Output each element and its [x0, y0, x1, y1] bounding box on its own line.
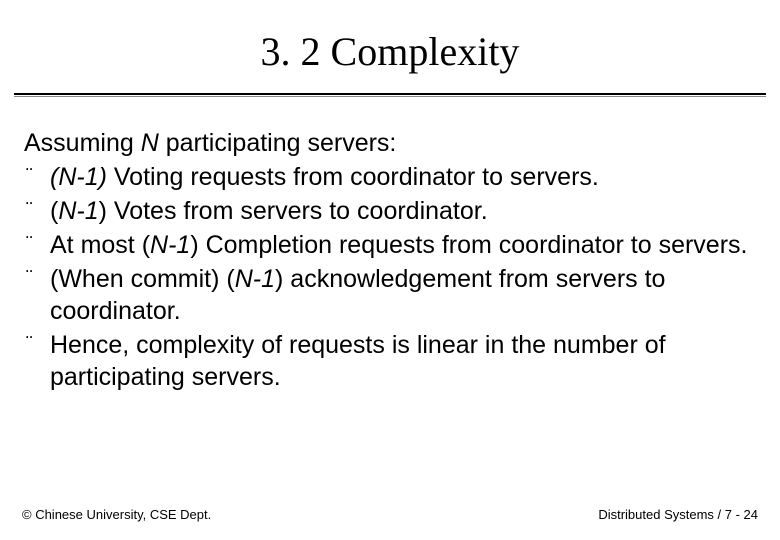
bullet-mid: ( — [142, 231, 150, 259]
bullet-tail: ) Votes from servers to coordinator. — [99, 197, 488, 225]
intro-line: Assuming N participating servers: — [24, 127, 756, 159]
slide-body: Assuming N participating servers: ¨ (N-1… — [0, 97, 780, 393]
bullet-item: ¨ (N-1) Votes from servers to coordinato… — [24, 195, 756, 227]
bullet-pre: At most — [50, 231, 142, 259]
bullet-text: Hence, complexity of requests is linear … — [50, 329, 756, 393]
bullet-tail: Voting requests from coordinator to serv… — [114, 163, 599, 191]
bullet-item: ¨ Hence, complexity of requests is linea… — [24, 329, 756, 393]
bullet-item: ¨ At most (N-1) Completion requests from… — [24, 229, 756, 261]
bullet-text: (When commit) (N-1) acknowledgement from… — [50, 263, 756, 327]
bullet-item: ¨ (N-1) Voting requests from coordinator… — [24, 161, 756, 193]
bullet-item: ¨ (When commit) (N-1) acknowledgement fr… — [24, 263, 756, 327]
bullet-em: N-1 — [235, 265, 275, 293]
diamond-bullet-icon: ¨ — [24, 161, 50, 191]
footer-copyright: © Chinese University, CSE Dept. — [22, 507, 211, 522]
footer-page: Distributed Systems / 7 - 24 — [598, 507, 758, 522]
diamond-bullet-icon: ¨ — [24, 263, 50, 293]
bullet-em: (N-1) — [50, 163, 114, 191]
intro-em: N — [141, 129, 159, 157]
bullet-tail: ) Completion requests from coordinator t… — [190, 231, 747, 259]
diamond-bullet-icon: ¨ — [24, 329, 50, 359]
slide-title: 3. 2 Complexity — [0, 0, 780, 93]
intro-post: participating servers: — [159, 129, 397, 157]
bullet-em: N-1 — [150, 231, 190, 259]
slide-footer: © Chinese University, CSE Dept. Distribu… — [0, 507, 780, 522]
bullet-pre: Hence, complexity of requests is linear … — [50, 331, 666, 391]
bullet-text: At most (N-1) Completion requests from c… — [50, 229, 756, 261]
bullet-em: N-1 — [58, 197, 98, 225]
intro-pre: Assuming — [24, 129, 141, 157]
bullet-pre: (When commit) ( — [50, 265, 235, 293]
bullet-text: (N-1) Voting requests from coordinator t… — [50, 161, 756, 193]
diamond-bullet-icon: ¨ — [24, 195, 50, 225]
bullet-text: (N-1) Votes from servers to coordinator. — [50, 195, 756, 227]
diamond-bullet-icon: ¨ — [24, 229, 50, 259]
